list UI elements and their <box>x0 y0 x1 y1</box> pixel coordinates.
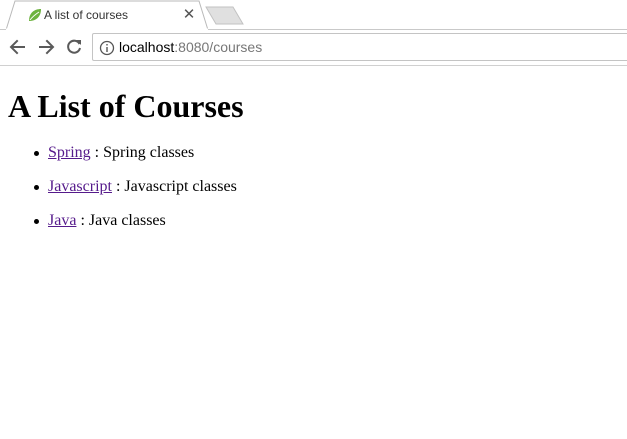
course-description: : Spring classes <box>90 144 195 161</box>
bullet-icon <box>34 219 39 224</box>
close-icon[interactable]: ✕ <box>180 6 198 24</box>
url-text[interactable]: localhost:8080/courses <box>119 39 262 56</box>
page-content: A List of Courses Spring : Spring classe… <box>0 66 627 439</box>
back-arrow-icon[interactable] <box>8 37 28 57</box>
course-description: : Javascript classes <box>111 178 237 195</box>
tab-a-list-of-courses[interactable]: A list of courses ✕ <box>6 0 208 30</box>
new-tab-button[interactable] <box>205 6 245 25</box>
address-bar[interactable]: localhost:8080/courses <box>92 33 627 61</box>
url-host: localhost <box>119 39 175 55</box>
tab-strip: A list of courses ✕ <box>0 0 627 30</box>
course-description: : Java classes <box>76 212 166 229</box>
course-link-java[interactable]: Java <box>48 212 76 229</box>
spring-leaf-icon <box>27 7 43 23</box>
bullet-icon <box>34 151 39 156</box>
tab-title: A list of courses <box>44 8 129 22</box>
browser-window: A list of courses ✕ localhost:8080/cours… <box>0 0 627 439</box>
reload-icon[interactable] <box>64 37 84 57</box>
info-icon[interactable] <box>99 40 115 56</box>
list-item: Java : Java classes <box>34 212 237 230</box>
bullet-icon <box>34 185 39 190</box>
course-list: Spring : Spring classes Javascript : Jav… <box>0 144 237 246</box>
course-link-spring[interactable]: Spring <box>48 144 91 161</box>
course-link-javascript[interactable]: Javascript <box>48 178 112 195</box>
list-item: Spring : Spring classes <box>34 144 237 162</box>
url-path: :8080/courses <box>174 39 263 55</box>
toolbar: localhost:8080/courses <box>0 30 627 65</box>
list-item: Javascript : Javascript classes <box>34 178 237 196</box>
forward-arrow-icon[interactable] <box>36 37 56 57</box>
page-title: A List of Courses <box>8 88 244 124</box>
